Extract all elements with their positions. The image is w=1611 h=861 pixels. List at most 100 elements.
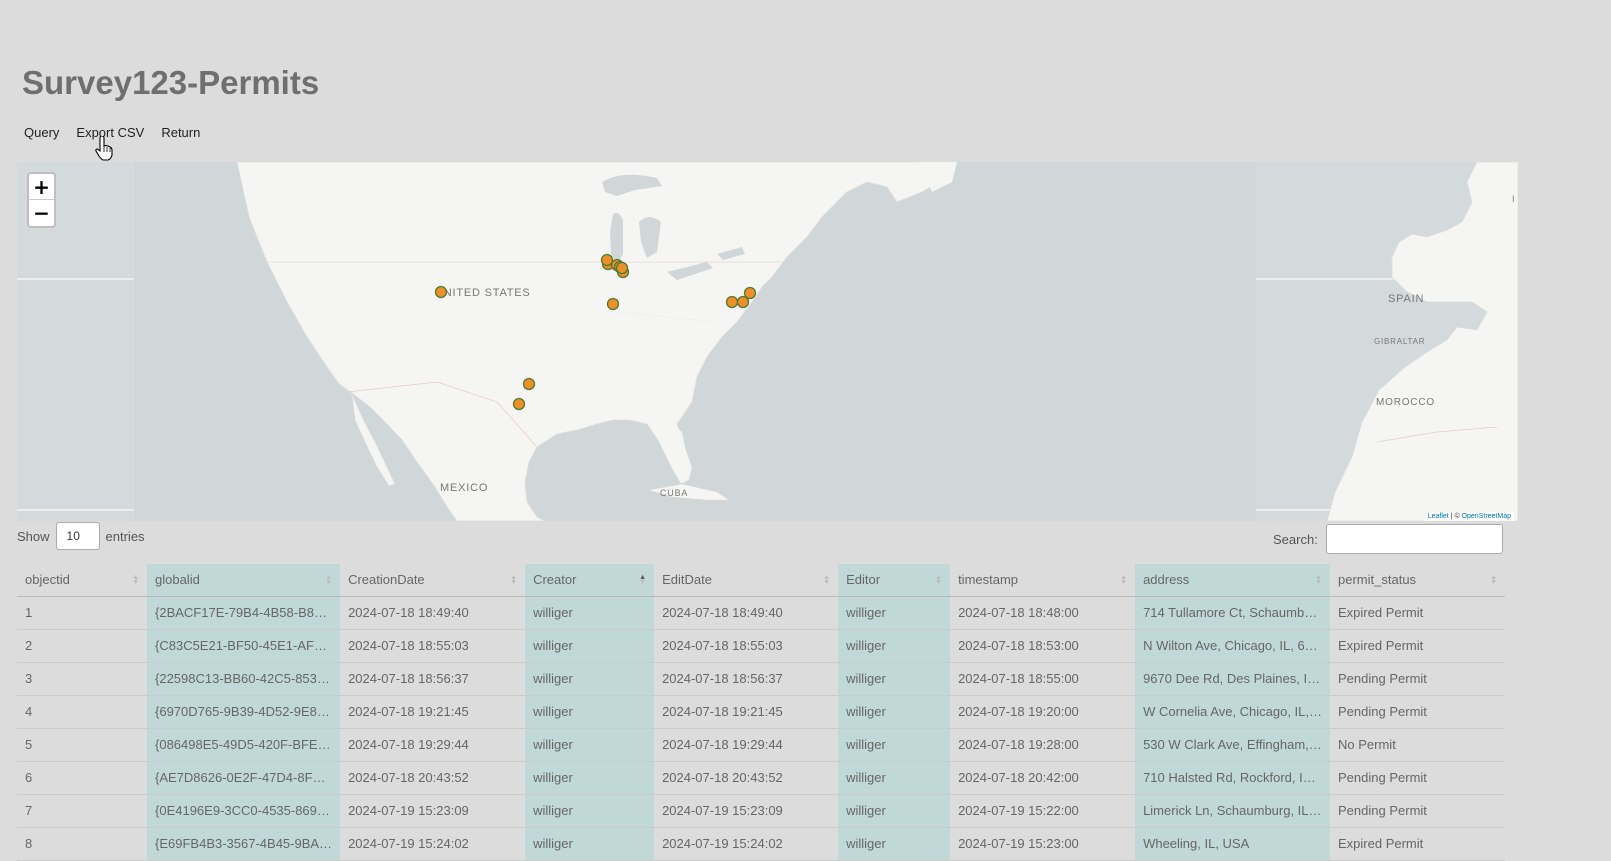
query-link[interactable]: Query	[24, 125, 59, 140]
column-header-timestamp[interactable]: timestamp ▲ ▼	[950, 564, 1136, 597]
permit-marker[interactable]	[743, 286, 757, 300]
cell-editdate: 2024-07-19 15:24:02	[654, 827, 839, 861]
cell-timestamp: 2024-07-18 19:20:00	[950, 695, 1136, 729]
cell-permit_status: Expired Permit	[1330, 596, 1506, 630]
cell-address: N Wilton Ave, Chicago, IL, 6…	[1135, 629, 1331, 663]
label-mexico: MEXICO	[440, 482, 488, 494]
permit-marker[interactable]	[615, 261, 629, 275]
cell-globalid: {6970D765-9B39-4D52-9E8…	[147, 695, 341, 729]
cell-editdate: 2024-07-18 18:55:03	[654, 629, 839, 663]
permit-marker[interactable]	[522, 377, 536, 391]
table-row[interactable]: 7 {0E4196E9-3CC0-4535-869… 2024-07-19 15:2…	[17, 794, 1506, 828]
cell-timestamp: 2024-07-19 15:23:00	[950, 827, 1136, 861]
attribution-separator: | ©	[1448, 513, 1462, 520]
cell-objectid: 3	[17, 662, 147, 696]
column-header-permit_status[interactable]: permit_status ▲ ▼	[1330, 564, 1506, 597]
permit-marker[interactable]	[512, 397, 526, 411]
osm-link[interactable]: OpenStreetMap	[1462, 513, 1511, 520]
svg-text:I: I	[1512, 194, 1515, 204]
cell-permit_status: Pending Permit	[1330, 662, 1506, 696]
column-header-objectid[interactable]: objectid ▲ ▼	[17, 564, 147, 597]
cell-objectid: 2	[17, 629, 147, 663]
cell-timestamp: 2024-07-18 19:28:00	[950, 728, 1136, 762]
column-header-address[interactable]: address ▲ ▼	[1135, 564, 1331, 597]
cell-editor: williger	[838, 827, 951, 861]
top-menu: Query Export CSV Return	[24, 125, 217, 140]
cell-objectid: 4	[17, 695, 147, 729]
cell-editdate: 2024-07-19 15:23:09	[654, 794, 839, 828]
table-row[interactable]: 3 {22598C13-BB60-42C5-853… 2024-07-18 18:5…	[17, 662, 1506, 696]
permit-marker[interactable]	[434, 285, 448, 299]
hand-cursor-icon	[95, 136, 113, 161]
basemap: UNITED STATES MEXICO CUBA SPAIN GIBRALTA…	[17, 162, 1518, 521]
sort-icon: ▲ ▼	[132, 574, 139, 586]
return-link[interactable]: Return	[161, 125, 200, 140]
cell-creator: williger	[525, 761, 655, 795]
sort-icon: ▲ ▼	[1120, 574, 1128, 586]
cell-creator: williger	[525, 695, 655, 729]
page-title: Survey123-Permits	[22, 64, 320, 101]
table-row[interactable]: 2 {C83C5E21-BF50-45E1-AF… 2024-07-18 18:55…	[17, 629, 1506, 663]
cell-address: 710 Halsted Rd, Rockford, I…	[1135, 761, 1331, 795]
cell-creator: williger	[525, 794, 655, 828]
label-united-states: UNITED STATES	[435, 287, 531, 299]
cell-creationdate: 2024-07-19 15:24:02	[340, 827, 526, 861]
cell-objectid: 8	[17, 827, 147, 861]
cell-editor: williger	[838, 695, 951, 729]
column-header-creationdate[interactable]: CreationDate ▲ ▼	[340, 564, 526, 597]
sort-icon: ▲ ▼	[1315, 574, 1323, 586]
cell-permit_status: Pending Permit	[1330, 794, 1506, 828]
column-header-editor[interactable]: Editor ▲ ▼	[838, 564, 951, 597]
label-morocco: MOROCCO	[1376, 397, 1435, 408]
column-label: permit_status	[1338, 572, 1417, 588]
map[interactable]: UNITED STATES MEXICO CUBA SPAIN GIBRALTA…	[17, 162, 1518, 521]
cell-creator: williger	[525, 629, 655, 663]
sort-icon: ▲ ▼	[935, 574, 943, 586]
cell-objectid: 6	[17, 761, 147, 795]
zoom-in-button[interactable]: +	[29, 174, 54, 200]
sort-icon: ▲ ▼	[510, 574, 518, 586]
leaflet-link[interactable]: Leaflet	[1428, 513, 1449, 520]
search-control: Search:	[1273, 524, 1503, 554]
entries-label: entries	[105, 528, 145, 544]
cell-creationdate: 2024-07-18 18:55:03	[340, 629, 526, 663]
column-header-creator[interactable]: Creator ▲ ▼	[525, 564, 655, 597]
cell-address: 9670 Dee Rd, Des Plaines, I…	[1135, 662, 1331, 696]
cell-creator: williger	[525, 662, 655, 696]
cell-address: Wheeling, IL, USA	[1135, 827, 1331, 861]
cell-editor: williger	[838, 728, 951, 762]
column-label: objectid	[25, 572, 70, 588]
zoom-control: + −	[27, 172, 56, 228]
cell-address: 714 Tullamore Ct, Schaumb…	[1135, 596, 1331, 630]
column-header-editdate[interactable]: EditDate ▲ ▼	[654, 564, 839, 597]
search-input[interactable]	[1325, 524, 1503, 554]
table-row[interactable]: 5 {086498E5-49D5-420F-BFE… 2024-07-18 19:2…	[17, 728, 1506, 762]
table-row[interactable]: 8 {E69FB4B3-3567-4B45-9BA… 2024-07-19 15:2…	[17, 827, 1506, 861]
table-row[interactable]: 4 {6970D765-9B39-4D52-9E8… 2024-07-18 19:2…	[17, 695, 1506, 729]
zoom-out-button[interactable]: −	[29, 200, 54, 226]
length-control: Show 10 entries	[17, 522, 145, 550]
table-row[interactable]: 6 {AE7D8626-0E2F-47D4-8F… 2024-07-18 20:43…	[17, 761, 1506, 795]
label-spain: SPAIN	[1388, 293, 1424, 305]
permit-marker[interactable]	[600, 253, 614, 267]
permit-marker[interactable]	[606, 297, 620, 311]
cell-timestamp: 2024-07-18 20:42:00	[950, 761, 1136, 795]
column-label: EditDate	[662, 572, 712, 588]
cell-address: W Cornelia Ave, Chicago, IL,…	[1135, 695, 1331, 729]
cell-creationdate: 2024-07-18 18:49:40	[340, 596, 526, 630]
cell-editor: williger	[838, 662, 951, 696]
cell-address: Limerick Ln, Schaumburg, IL…	[1135, 794, 1331, 828]
table-row[interactable]: 1 {2BACF17E-79B4-4B58-B8… 2024-07-18 18:49…	[17, 596, 1506, 630]
column-label: globalid	[155, 572, 200, 588]
column-label: Creator	[533, 572, 577, 588]
cell-creationdate: 2024-07-18 19:29:44	[340, 728, 526, 762]
cell-globalid: {2BACF17E-79B4-4B58-B8…	[147, 596, 341, 630]
cell-globalid: {086498E5-49D5-420F-BFE…	[147, 728, 341, 762]
entries-select[interactable]: 10	[55, 522, 100, 550]
cell-timestamp: 2024-07-18 18:53:00	[950, 629, 1136, 663]
column-header-globalid[interactable]: globalid ▲ ▼	[147, 564, 341, 597]
cell-permit_status: Expired Permit	[1330, 629, 1506, 663]
permit-marker[interactable]	[725, 295, 739, 309]
cell-permit_status: No Permit	[1330, 728, 1506, 762]
search-label: Search:	[1273, 531, 1318, 547]
